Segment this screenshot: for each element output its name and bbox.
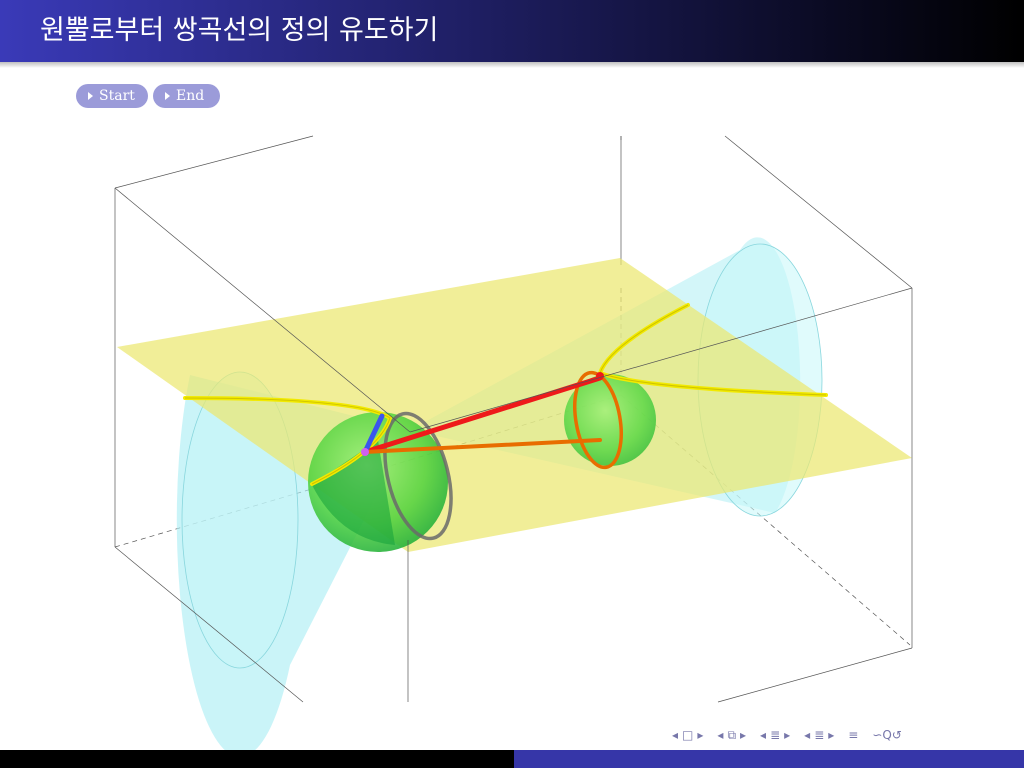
arrow-left-icon[interactable]: ◂ — [760, 728, 766, 742]
search-icon[interactable]: ∽Q↺ — [872, 728, 902, 742]
slides-icon[interactable]: ⧉ — [727, 728, 736, 743]
align-icon[interactable]: ≡ — [848, 728, 858, 742]
arrow-right-icon[interactable]: ▸ — [828, 728, 834, 742]
focus-point-left — [361, 448, 369, 456]
subsection-icon[interactable]: ≣ — [814, 728, 824, 742]
arrow-right-icon[interactable]: ▸ — [784, 728, 790, 742]
frame-icon[interactable]: □ — [682, 728, 693, 742]
arrow-left-icon[interactable]: ◂ — [717, 728, 723, 742]
beamer-navigation[interactable]: ◂ □ ▸ ◂ ⧉ ▸ ◂ ≣ ▸ ◂ ≣ ▸ ≡ ∽Q↺ — [672, 726, 1024, 744]
arrow-right-icon[interactable]: ▸ — [697, 728, 703, 742]
footer-left-bar — [0, 750, 514, 768]
3d-scene[interactable] — [0, 0, 1024, 768]
focus-point-right — [596, 372, 604, 380]
footer-right-bar — [514, 750, 1024, 768]
section-icon[interactable]: ≣ — [770, 728, 780, 742]
arrow-left-icon[interactable]: ◂ — [672, 728, 678, 742]
arrow-right-icon[interactable]: ▸ — [740, 728, 746, 742]
arrow-left-icon[interactable]: ◂ — [804, 728, 810, 742]
